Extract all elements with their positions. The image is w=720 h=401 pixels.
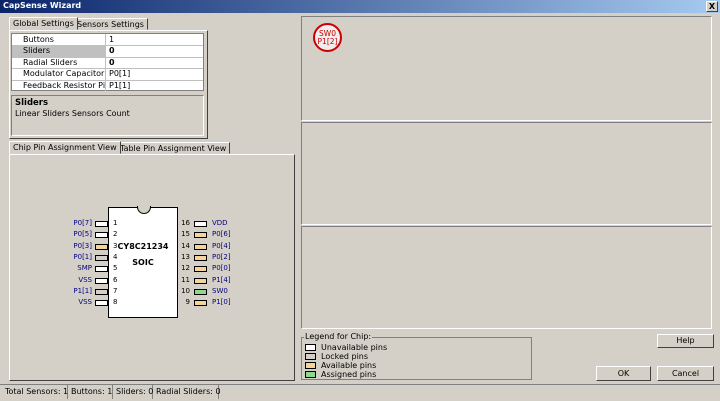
legend-swatch [305,344,316,351]
pin-number: 5 [113,264,118,273]
pin-box[interactable] [194,300,207,307]
grid-row-label: Sliders [12,45,106,57]
grid-row-value[interactable]: 1 [107,34,203,45]
sensor-canvas-bottom[interactable] [301,226,712,329]
pin-label: P0[3] [73,241,92,250]
title-bar: CapSense Wizard X [0,0,720,13]
window-title: CapSense Wizard [3,1,82,10]
pin-label: VSS [78,275,92,284]
pin-box[interactable] [95,243,108,250]
tab-sensors-settings-label: Sensors Settings [77,20,144,29]
legend-label: Assigned pins [321,370,377,379]
pin-box[interactable] [194,221,207,227]
legend-label: Available pins [321,361,377,370]
close-button[interactable]: X [706,1,718,12]
pin-number: 2 [113,230,118,239]
tab-table-pin-view-label: Table Pin Assignment View [120,144,227,153]
grid-row-label: Modulator Capacitor [12,68,106,80]
pin-box[interactable] [194,232,207,239]
status-sliders: Sliders: 0 [113,385,153,399]
legend-swatch [305,371,316,378]
cancel-button[interactable]: Cancel [657,366,714,381]
pin-number: 14 [181,241,190,250]
status-total-sensors: Total Sensors: 1 [2,385,68,399]
status-buttons: Buttons: 1 [68,385,113,399]
pin-number: 12 [181,264,190,273]
tab-global-settings[interactable]: Global Settings [9,17,78,30]
grid-row-feedback-resistor[interactable]: Feedback Resistor Pi P1[1] [12,79,203,91]
help-button[interactable]: Help [657,334,714,348]
legend-swatch [305,353,316,360]
pin-label: P0[2] [212,252,231,261]
legend-title: Legend for Chip: [304,332,373,341]
pin-box[interactable] [95,288,108,295]
pin-box[interactable] [95,232,108,239]
grid-row-label: Buttons [12,34,106,46]
tab-sensors-settings[interactable]: Sensors Settings [73,18,148,30]
tab-chip-pin-view[interactable]: Chip Pin Assignment View [9,141,121,154]
pin-label: P1[4] [212,275,231,284]
pin-label: SMP [77,264,92,273]
pin-box[interactable] [194,277,207,284]
grid-row-label: Feedback Resistor Pi [12,79,106,91]
ok-button[interactable]: OK [596,366,651,381]
description-text: Linear Sliders Sensors Count [15,109,130,118]
pin-box[interactable] [95,300,108,307]
grid-row-value[interactable]: 0 [107,57,203,68]
pin-number: 8 [113,298,118,307]
pin-box[interactable] [194,243,207,250]
sensor-pin: P1[2] [317,37,338,46]
global-settings-grid[interactable]: Buttons 1 Sliders 0 Radial Sliders 0 Mod… [11,33,204,91]
grid-row-value[interactable]: P1[1] [107,80,203,91]
sensor-button-sw0[interactable]: SW0 P1[2] [313,23,342,52]
tab-chip-pin-view-label: Chip Pin Assignment View [13,143,117,152]
pin-box[interactable] [194,288,207,295]
pin-box[interactable] [95,254,108,261]
pin-label: VSS [78,298,92,307]
pin-number: 11 [181,275,190,284]
grid-row-value[interactable]: P0[1] [107,68,203,79]
pin-label: P0[0] [212,264,231,273]
legend-label: Locked pins [321,352,369,361]
pin-label: P1[0] [212,298,231,307]
pin-number: 16 [181,219,190,227]
sensor-canvas-middle[interactable] [301,122,712,225]
pin-box[interactable] [194,266,207,273]
pin-label: SW0 [212,286,228,295]
pin-number: 10 [181,286,190,295]
pin-number: 7 [113,286,118,295]
pin-label: P0[7] [73,219,92,227]
pin-number: 3 [113,241,118,250]
pin-label: P1[1] [73,286,92,295]
chip-notch [137,206,151,214]
pin-box[interactable] [194,254,207,261]
pin-label: P0[6] [212,230,231,239]
legend-swatch [305,362,316,369]
pin-number: 1 [113,219,118,227]
pin-label: P0[4] [212,241,231,250]
status-radial-sliders: Radial Sliders: 0 [153,385,221,399]
pin-number: 9 [185,298,190,307]
sensor-canvas-top[interactable] [301,16,712,121]
close-icon: X [708,2,716,11]
pin-box[interactable] [95,221,108,227]
grid-row-value[interactable]: 0 [107,45,203,56]
tab-global-settings-label: Global Settings [13,19,74,28]
description-title: Sliders [15,98,49,108]
pin-number: 15 [181,230,190,239]
pin-box[interactable] [95,266,108,273]
pin-number: 6 [113,275,118,284]
pin-label: P0[1] [73,252,92,261]
pin-number: 4 [113,252,118,261]
grid-row-label: Radial Sliders [12,56,106,69]
pin-box[interactable] [95,277,108,284]
legend-label: Unavailable pins [321,343,388,352]
description-box: Sliders Linear Sliders Sensors Count [11,95,204,136]
pin-number: 13 [181,252,190,261]
tab-table-pin-view[interactable]: Table Pin Assignment View [116,142,231,154]
pin-label: VDD [212,219,228,227]
legend-box: Legend for Chip: Unavailable pins Locked… [301,332,532,380]
pin-label: P0[5] [73,230,92,239]
